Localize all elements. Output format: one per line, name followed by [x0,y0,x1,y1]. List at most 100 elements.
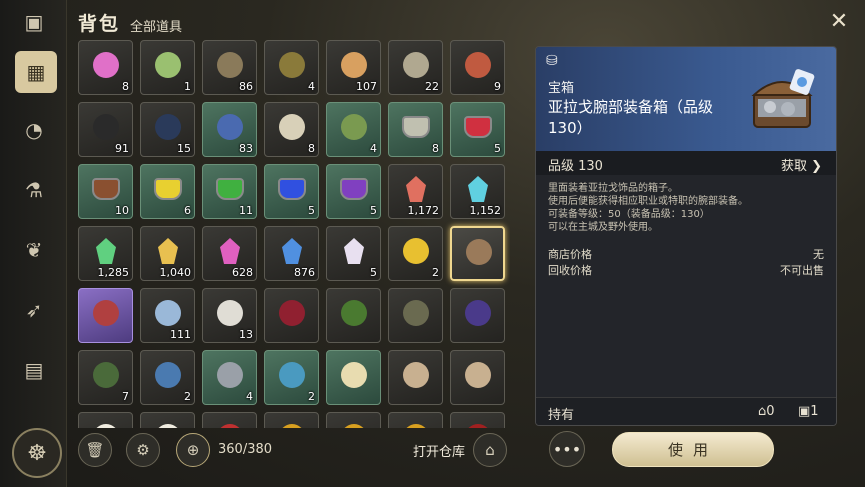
treasure-chest-icon [461,234,497,270]
inventory-slot[interactable] [450,350,505,405]
inventory-slot[interactable]: 628 [202,226,257,281]
item-quantity: 111 [170,328,191,341]
red-crystal-icon [398,171,434,207]
item-quantity: 1,285 [97,266,130,279]
inventory-slot[interactable]: 1,152 [450,164,505,219]
green-crystal-icon [88,233,124,269]
inventory-slot[interactable]: 10 [78,164,133,219]
inventory-slot[interactable]: 1,040 [140,226,195,281]
inventory-slot[interactable] [264,288,319,343]
prism-icon [336,233,372,269]
character-avatar-icon[interactable]: ☸ [12,428,62,478]
inventory-slot[interactable]: 4 [264,40,319,95]
inventory-slot[interactable]: 5 [326,164,381,219]
inventory-slot[interactable] [450,226,505,281]
use-button[interactable]: 使用 [612,432,774,467]
bag-capacity: 360/380 [218,442,273,457]
item-quantity: 876 [294,266,315,279]
inventory-slot[interactable]: 2 [388,226,443,281]
warehouse-icon[interactable]: ⌂ [473,433,507,467]
inventory-slot[interactable]: 5 [326,226,381,281]
inventory-slot[interactable]: 1,172 [388,164,443,219]
inventory-slot[interactable] [450,412,505,428]
purple-paint-icon [336,171,372,207]
bag-category-icon[interactable]: ◔ [16,112,52,148]
blue-book-icon [212,109,248,145]
inventory-slot[interactable]: 1,285 [78,226,133,281]
inventory-slot[interactable]: 86 [202,40,257,95]
shop-price-value: 无 [813,248,824,261]
obtain-label: 获取 [780,159,807,174]
inventory-slot[interactable]: 5 [450,102,505,157]
card-category-icon[interactable]: ▤ [16,352,52,388]
fish-category-icon[interactable]: ➶ [16,292,52,328]
inventory-slot[interactable]: 876 [264,226,319,281]
description-line: 可以在主城及野外使用。 [548,222,658,233]
inventory-slot[interactable]: 7 [78,350,133,405]
inventory-slot[interactable]: 1 [140,40,195,95]
close-icon[interactable]: ✕ [826,8,852,34]
inventory-slot[interactable]: 91 [78,102,133,157]
inventory-slot[interactable]: 83 [202,102,257,157]
inventory-slot[interactable]: 9 [450,40,505,95]
herb-category-icon[interactable]: ❦ [16,232,52,268]
item-type-icon: ⛁ [546,53,558,69]
inventory-slot[interactable]: 13 [202,288,257,343]
inventory-slot[interactable]: 8 [264,102,319,157]
item-quantity: 1,172 [407,204,440,217]
inventory-slot[interactable]: 5 [264,164,319,219]
discard-icon[interactable]: 🗑 [78,433,112,467]
orange-orb-icon [336,47,372,83]
open-warehouse-label[interactable]: 打开仓库 [413,441,465,460]
inventory-slot[interactable] [202,412,257,428]
gift-bag-icon [212,419,248,428]
inventory-slot[interactable]: 107 [326,40,381,95]
inventory-slot[interactable] [78,412,133,428]
inventory-slot[interactable] [264,412,319,428]
inventory-slot[interactable]: 8 [78,40,133,95]
inventory-slot[interactable] [326,412,381,428]
treasure-chest-icon [751,69,815,128]
inventory-slot[interactable]: 11 [202,164,257,219]
item-quantity: 11 [239,204,253,217]
expand-bag-icon[interactable]: ⊕ [176,433,210,467]
item-quantity: 6 [184,204,191,217]
page-title: 背包 [78,13,121,35]
inventory-slot[interactable] [78,288,133,343]
silver-rock-icon [212,357,248,393]
inventory-slot[interactable] [140,412,195,428]
recycle-price-label: 回收价格 [548,264,592,277]
inventory-slot[interactable]: 22 [388,40,443,95]
item-quantity: 83 [239,142,253,155]
filter-label[interactable]: 全部道具 [130,16,182,35]
blue-crystal-icon [274,233,310,269]
item-quantity: 91 [115,142,129,155]
inventory-slot[interactable]: 111 [140,288,195,343]
item-grid: 8 1 86 4 107 22 9 91 15 83 8 4 8 5 10 6 11 5 5 1,172 1,152 1,… [78,40,510,428]
inventory-slot[interactable]: 6 [140,164,195,219]
all-items-category-icon[interactable]: ▦ [15,51,57,93]
inventory-slot[interactable] [388,350,443,405]
red-worm-icon [460,47,496,83]
warehouse-count: ⌂0 [758,404,775,419]
inventory-slot[interactable]: 4 [202,350,257,405]
inventory-slot[interactable]: 2 [264,350,319,405]
inventory-slot[interactable]: 2 [140,350,195,405]
chest-category-icon[interactable]: ▣ [16,4,52,40]
inventory-slot[interactable]: 15 [140,102,195,157]
item-header: ⛁ 宝箱 亚拉戈腕部装备箱（品级130） [536,47,836,151]
item-quantity: 8 [432,142,439,155]
inventory-slot[interactable] [388,288,443,343]
obtain-link[interactable]: 获取 ❯ [781,155,822,174]
more-options-button[interactable]: ••• [549,431,585,467]
inventory-slot[interactable] [326,350,381,405]
inventory-slot[interactable]: 4 [326,102,381,157]
inventory-slot[interactable]: 8 [388,102,443,157]
sort-icon[interactable]: ⚙ [126,433,160,467]
inventory-slot[interactable] [388,412,443,428]
potion-category-icon[interactable]: ⚗ [16,172,52,208]
inventory-slot[interactable] [326,288,381,343]
blue-cloth-icon [150,295,186,331]
item-quantity: 8 [308,142,315,155]
inventory-slot[interactable] [450,288,505,343]
